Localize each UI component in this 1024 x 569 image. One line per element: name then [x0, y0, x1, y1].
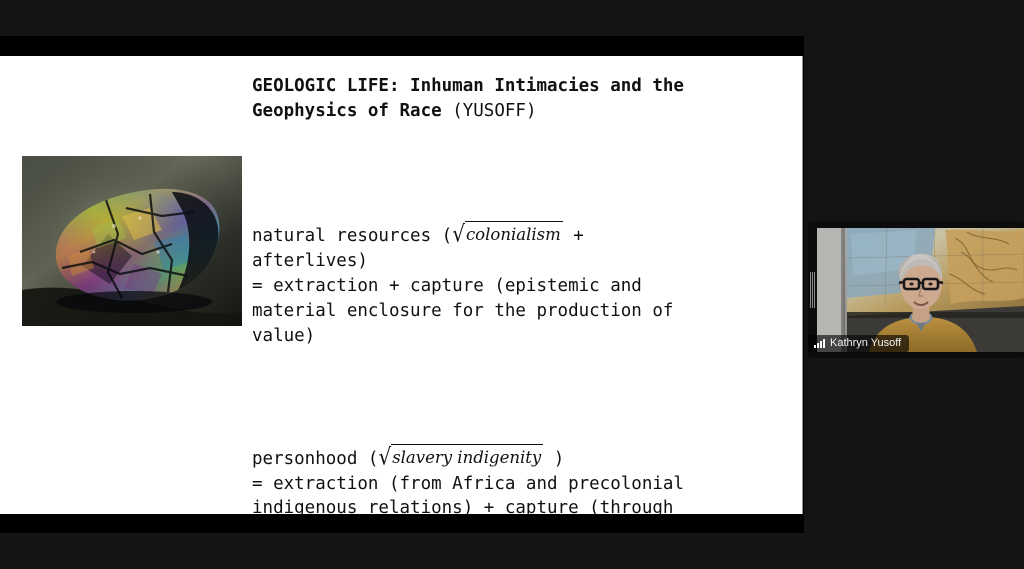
participant-name-badge: Kathryn Yusoff	[808, 335, 910, 352]
presentation-slide: GEOLOGIC LIFE: Inhuman Intimacies and th…	[0, 56, 803, 514]
slide-paragraph-1: natural resources (√colonialism + afterl…	[252, 220, 787, 348]
radical-sign-icon: √	[452, 220, 465, 248]
radicand-slavery-indigenity: slavery indigenity	[391, 443, 544, 471]
shared-screen-region[interactable]: GEOLOGIC LIFE: Inhuman Intimacies and th…	[0, 36, 804, 533]
p1-lead: natural resources (	[252, 226, 453, 247]
peacock-ore-photo	[22, 156, 242, 326]
slide-title: GEOLOGIC LIFE: Inhuman Intimacies and th…	[252, 74, 772, 124]
slide-paragraph-2: personhood (√slavery indigenity ) = extr…	[252, 442, 787, 514]
p2-lead: personhood (	[252, 448, 379, 469]
participant-video-feed	[817, 228, 1024, 352]
drag-handle-icon[interactable]	[810, 271, 815, 308]
radical-sign-icon: √	[378, 442, 392, 471]
p1-after-radical: +	[562, 226, 584, 247]
p2-after-radical: )	[543, 448, 565, 469]
participant-video-tile[interactable]: Kathryn Yusoff	[808, 221, 1024, 358]
participant-name: Kathryn Yusoff	[830, 337, 902, 349]
radical-colonialism: √colonialism	[452, 220, 563, 249]
radical-slavery-indigenity: √slavery indigenity	[378, 442, 544, 472]
slide-title-regular: (YUSOFF)	[452, 101, 537, 121]
meeting-stage: GEOLOGIC LIFE: Inhuman Intimacies and th…	[0, 0, 1024, 569]
radicand-colonialism: colonialism	[464, 221, 563, 248]
p2-rest: = extraction (from Africa and precolonia…	[252, 473, 684, 514]
slide-body-text: natural resources (√colonialism + afterl…	[252, 148, 787, 514]
signal-bars-icon	[814, 339, 825, 348]
p1-rest: afterlives) = extraction + capture (epis…	[252, 251, 674, 346]
